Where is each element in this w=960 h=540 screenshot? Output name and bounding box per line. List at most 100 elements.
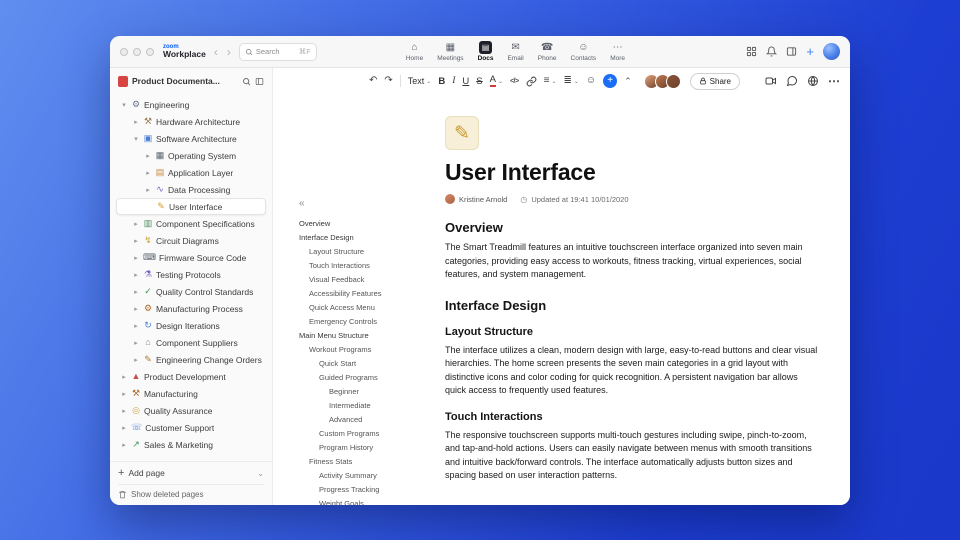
chevron-down-icon[interactable]: ▾: [132, 135, 140, 143]
add-page-button[interactable]: + Add page ⌄: [118, 465, 264, 481]
toc-item-quick-access-menu[interactable]: Quick Access Menu: [299, 300, 439, 314]
list-button[interactable]: ≡ ⌄: [544, 73, 557, 89]
chevron-right-icon[interactable]: ▸: [132, 288, 140, 296]
toc-item-overview[interactable]: Overview: [299, 216, 439, 230]
user-avatar[interactable]: [823, 43, 840, 60]
undo-button[interactable]: ↶: [369, 73, 377, 89]
sidebar-item-data-processing[interactable]: ▸ ∿ Data Processing: [116, 181, 266, 198]
tab-phone[interactable]: ☎ Phone: [533, 39, 562, 64]
sidebar-item-operating-system[interactable]: ▸ ▦ Operating System: [116, 147, 266, 164]
toc-collapse-button[interactable]: «: [299, 198, 439, 209]
toc-item-main-menu-structure[interactable]: Main Menu Structure: [299, 328, 439, 342]
chevron-right-icon[interactable]: ▸: [132, 356, 140, 364]
chevron-right-icon[interactable]: ▸: [132, 254, 140, 262]
tab-more[interactable]: ⋯ More: [605, 39, 630, 64]
toc-item-progress-tracking[interactable]: Progress Tracking: [299, 482, 439, 496]
toc-item-interface-design[interactable]: Interface Design: [299, 230, 439, 244]
chevron-right-icon[interactable]: ▸: [132, 237, 140, 245]
doc-emoji[interactable]: ✎: [445, 116, 479, 150]
insert-button[interactable]: +: [603, 74, 618, 88]
chevron-down-icon[interactable]: ▾: [120, 101, 128, 109]
notifications-bell-icon[interactable]: [766, 46, 778, 57]
chevron-right-icon[interactable]: ▸: [132, 118, 140, 126]
chevron-right-icon[interactable]: ▸: [120, 390, 128, 398]
global-search[interactable]: Search ⌘F: [238, 42, 317, 61]
workspace-title[interactable]: Product Documenta...: [132, 76, 238, 86]
tab-docs[interactable]: ▤ Docs: [473, 39, 499, 64]
underline-button[interactable]: U: [462, 73, 469, 89]
doc-title[interactable]: User Interface: [445, 159, 819, 186]
sidebar-item-component-specifications[interactable]: ▸ ▥ Component Specifications: [116, 215, 266, 232]
collaborator-avatar[interactable]: [665, 73, 681, 89]
toc-item-guided-programs[interactable]: Guided Programs: [299, 370, 439, 384]
chevron-right-icon[interactable]: ▸: [120, 407, 128, 415]
sidebar-item-user-interface[interactable]: ✎ User Interface: [116, 198, 266, 215]
panel-toggle-icon[interactable]: [786, 46, 797, 57]
toc-item-beginner[interactable]: Beginner: [299, 384, 439, 398]
align-button[interactable]: ≣ ⌄: [563, 73, 578, 89]
sidebar-item-firmware-source-code[interactable]: ▸ ⌨ Firmware Source Code: [116, 249, 266, 266]
emoji-button[interactable]: ☺: [586, 73, 596, 89]
redo-button[interactable]: ↷: [384, 73, 392, 89]
apps-grid-icon[interactable]: [746, 46, 757, 57]
toc-item-weight-goals[interactable]: Weight Goals: [299, 496, 439, 506]
toc-item-layout-structure[interactable]: Layout Structure: [299, 244, 439, 258]
code-button[interactable]: </>: [510, 73, 519, 89]
toc-item-fitness-stats[interactable]: Fitness Stats: [299, 454, 439, 468]
tab-email[interactable]: ✉ Email: [502, 39, 528, 64]
sidebar-item-quality-assurance[interactable]: ▸ ◎ Quality Assurance: [116, 402, 266, 419]
minimize-button[interactable]: [133, 47, 141, 56]
collapse-toolbar-button[interactable]: ⌃: [624, 73, 632, 89]
comment-icon[interactable]: [786, 75, 798, 87]
sidebar-item-customer-support[interactable]: ▸ ☏ Customer Support: [116, 419, 266, 436]
sidebar-item-quality-control-standards[interactable]: ▸ ✓ Quality Control Standards: [116, 283, 266, 300]
sidebar-item-product-development[interactable]: ▸ ▲ Product Development: [116, 368, 266, 385]
tab-meetings[interactable]: ▦ Meetings: [432, 39, 468, 64]
toc-item-visual-feedback[interactable]: Visual Feedback: [299, 272, 439, 286]
sidebar-item-component-suppliers[interactable]: ▸ ⌂ Component Suppliers: [116, 334, 266, 351]
chevron-right-icon[interactable]: ▸: [132, 220, 140, 228]
toc-item-accessibility-features[interactable]: Accessibility Features: [299, 286, 439, 300]
chevron-right-icon[interactable]: ▸: [144, 152, 152, 160]
italic-button[interactable]: I: [452, 73, 455, 89]
chevron-right-icon[interactable]: ▸: [132, 305, 140, 313]
strikethrough-button[interactable]: S: [476, 73, 482, 89]
text-style-button[interactable]: Text ⌄: [408, 73, 432, 89]
sidebar-item-application-layer[interactable]: ▸ ▤ Application Layer: [116, 164, 266, 181]
more-options-icon[interactable]: ⋯: [828, 75, 840, 87]
font-color-button[interactable]: A ⌄: [489, 73, 503, 89]
toc-item-touch-interactions[interactable]: Touch Interactions: [299, 258, 439, 272]
tab-contacts[interactable]: ☺ Contacts: [566, 39, 602, 64]
bold-button[interactable]: B: [438, 73, 445, 89]
toc-item-workout-programs[interactable]: Workout Programs: [299, 342, 439, 356]
sidebar-search-icon[interactable]: [242, 77, 251, 86]
back-button[interactable]: ‹: [213, 46, 219, 58]
sidebar-item-manufacturing[interactable]: ▸ ⚒ Manufacturing: [116, 385, 266, 402]
video-camera-icon[interactable]: [765, 75, 777, 87]
doc-content[interactable]: ✎ User Interface Kristine Arnold ◷ Updat…: [445, 94, 819, 505]
sidebar-item-manufacturing-process[interactable]: ▸ ⚙ Manufacturing Process: [116, 300, 266, 317]
sidebar-collapse-icon[interactable]: [255, 77, 264, 86]
toc-item-advanced[interactable]: Advanced: [299, 412, 439, 426]
tab-home[interactable]: ⌂ Home: [401, 39, 428, 64]
chevron-right-icon[interactable]: ▸: [120, 424, 128, 432]
share-button[interactable]: Share: [689, 72, 741, 90]
sidebar-item-software-architecture[interactable]: ▾ ▣ Software Architecture: [116, 130, 266, 147]
toc-item-quick-start[interactable]: Quick Start: [299, 356, 439, 370]
chevron-right-icon[interactable]: ▸: [144, 169, 152, 177]
sidebar-item-circuit-diagrams[interactable]: ▸ ↯ Circuit Diagrams: [116, 232, 266, 249]
sidebar-item-engineering-change-orders[interactable]: ▸ ✎ Engineering Change Orders: [116, 351, 266, 368]
toc-item-activity-summary[interactable]: Activity Summary: [299, 468, 439, 482]
toc-item-custom-programs[interactable]: Custom Programs: [299, 426, 439, 440]
chevron-right-icon[interactable]: ▸: [120, 441, 128, 449]
sidebar-item-testing-protocols[interactable]: ▸ ⚗ Testing Protocols: [116, 266, 266, 283]
chevron-right-icon[interactable]: ▸: [132, 339, 140, 347]
sidebar-item-sales-marketing[interactable]: ▸ ↗ Sales & Marketing: [116, 436, 266, 453]
chevron-right-icon[interactable]: ▸: [132, 322, 140, 330]
new-plus-button[interactable]: +: [806, 45, 814, 58]
sidebar-item-design-iterations[interactable]: ▸ ↻ Design Iterations: [116, 317, 266, 334]
sidebar-item-hardware-architecture[interactable]: ▸ ⚒ Hardware Architecture: [116, 113, 266, 130]
show-deleted-button[interactable]: Show deleted pages: [118, 484, 264, 500]
maximize-button[interactable]: [146, 47, 154, 56]
toc-item-program-history[interactable]: Program History: [299, 440, 439, 454]
